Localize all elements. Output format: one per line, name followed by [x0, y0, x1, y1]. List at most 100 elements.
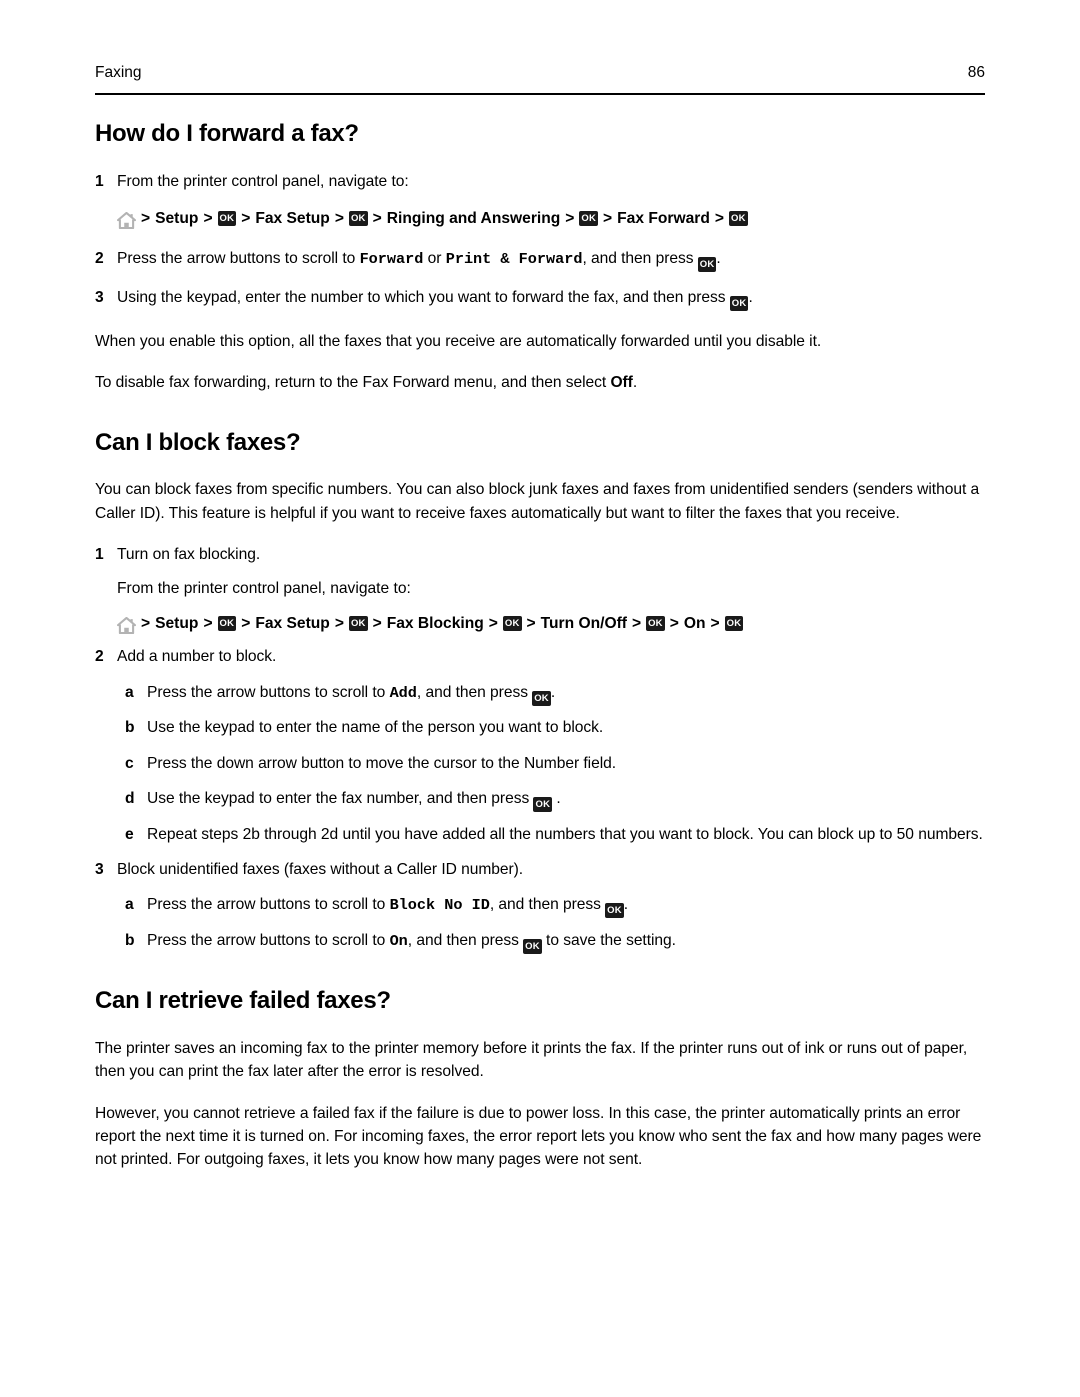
section-title-retrieve-failed-faxes: Can I retrieve failed faxes?	[95, 987, 391, 1015]
paragraph-disable-forwarding: To disable fax forwarding, return to the…	[95, 371, 990, 394]
list-marker: e	[125, 825, 134, 843]
path-separator: >	[631, 614, 642, 632]
list-item-text: Press the arrow buttons to scroll to Blo…	[147, 893, 990, 919]
page-header: Faxing 86	[95, 64, 985, 81]
list-marker: 2	[95, 249, 104, 267]
path-separator: >	[603, 210, 613, 228]
list-marker: 3	[95, 861, 104, 879]
breadcrumb-setup: Setup	[155, 210, 199, 228]
path-separator: >	[372, 614, 382, 632]
paragraph-text-pre: To disable fax forwarding, return to the…	[95, 374, 611, 392]
path-separator: >	[141, 614, 151, 632]
ok-button-icon: OK	[348, 211, 368, 227]
menu-value-forward: Forward	[359, 249, 424, 268]
list-marker: a	[125, 896, 134, 914]
path-separator: >	[488, 614, 498, 632]
step-text-pre: Use the keypad to enter the fax number, …	[147, 790, 534, 808]
list-item-text: Press the arrow buttons to scroll to For…	[117, 247, 990, 272]
ok-button-icon: OK	[728, 211, 748, 227]
path-separator: >	[334, 210, 344, 228]
breadcrumb-fax-blocking: Fax Blocking	[386, 614, 484, 632]
list-marker: 2	[95, 648, 104, 666]
menu-value-off: Off	[610, 374, 633, 392]
list-item-text: Using the keypad, enter the number to wh…	[117, 286, 990, 312]
navigation-path-fax-blocking: > Setup > OK > Fax Setup > OK > Fax Bloc…	[95, 612, 990, 635]
step-text-pre: Press the arrow buttons to scroll to	[117, 249, 360, 267]
ok-button-icon: OK	[697, 256, 717, 272]
header-chapter-label: Faxing	[95, 64, 142, 81]
menu-value-block-no-id: Block No ID	[389, 896, 490, 915]
list-item: 1 Turn on fax blocking.	[95, 543, 990, 566]
step-text-post: , and then press	[416, 683, 533, 701]
step-text-pre: Press the arrow buttons to scroll to	[147, 896, 390, 914]
list-item-text: Press the down arrow button to move the …	[147, 754, 617, 772]
page-number: 86	[967, 64, 985, 81]
step-text-end: .	[623, 896, 629, 914]
ok-button-icon: OK	[217, 616, 237, 632]
home-icon	[117, 212, 136, 230]
list-item: 2 Press the arrow buttons to scroll to F…	[95, 247, 990, 272]
list-item: 2 Add a number to block.	[95, 645, 990, 668]
breadcrumb-turn-on-off: Turn On/Off	[540, 614, 627, 632]
list-marker: b	[125, 932, 135, 950]
paragraph-printer-memory: The printer saves an incoming fax to the…	[95, 1039, 968, 1081]
list-marker: 3	[95, 289, 104, 307]
document-page: Faxing 86 How do I forward a fax? 1 From…	[0, 0, 1080, 1397]
list-marker: b	[125, 719, 135, 737]
list-item: b Use the keypad to enter the name of th…	[125, 716, 990, 739]
path-separator: >	[241, 614, 251, 632]
ok-button-icon: OK	[217, 211, 237, 227]
list-marker: c	[125, 754, 134, 772]
path-separator: >	[241, 210, 251, 228]
paragraph-power-loss: However, you cannot retrieve a failed fa…	[95, 1104, 982, 1169]
list-item-text: Add a number to block.	[117, 648, 277, 666]
sub-list-block-unidentified: a Press the arrow buttons to scroll to B…	[95, 893, 990, 955]
ok-button-icon: OK	[523, 939, 542, 955]
section-title-block-faxes: Can I block faxes?	[95, 428, 301, 456]
menu-value-on: On	[389, 932, 408, 951]
list-item: a Press the arrow buttons to scroll to B…	[125, 893, 990, 919]
list-item-text: From the printer control panel, navigate…	[117, 172, 409, 190]
list-item-text: Use the keypad to enter the fax number, …	[147, 787, 990, 813]
list-item: e Repeat steps 2b through 2d until you h…	[125, 823, 990, 846]
list-marker: d	[125, 790, 135, 808]
header-divider	[95, 93, 985, 95]
menu-value-add: Add	[389, 683, 417, 702]
page-content: How do I forward a fax? 1 From the print…	[95, 120, 990, 1172]
list-item-text: Repeat steps 2b through 2d until you hav…	[147, 825, 983, 843]
step-text-end: .	[552, 790, 561, 808]
path-separator: >	[141, 210, 151, 228]
list-item: 3 Using the keypad, enter the number to …	[95, 286, 990, 312]
step-text-end: .	[716, 249, 721, 267]
path-separator: >	[565, 210, 575, 228]
breadcrumb-fax-setup: Fax Setup	[255, 614, 330, 632]
list-item: b Press the arrow buttons to scroll to O…	[125, 929, 990, 955]
navigation-path-fax-forward: > Setup > OK > Fax Setup > OK > Ringing …	[95, 207, 990, 230]
list-marker: 1	[95, 546, 104, 564]
list-item-text: Turn on fax blocking.	[117, 546, 261, 564]
step-text-post: , and then press	[407, 932, 524, 950]
list-item-text: Press the arrow buttons to scroll to Add…	[147, 681, 990, 706]
list-item-text: Use the keypad to enter the name of the …	[147, 719, 604, 737]
ok-button-icon: OK	[533, 797, 553, 813]
step-text-pre: Press the arrow buttons to scroll to	[147, 683, 390, 701]
path-separator: >	[526, 614, 536, 632]
home-icon	[117, 617, 136, 635]
breadcrumb-fax-forward: Fax Forward	[617, 210, 710, 228]
ok-button-icon: OK	[532, 690, 551, 706]
ok-button-icon: OK	[348, 616, 368, 632]
list-item: 1 From the printer control panel, naviga…	[95, 170, 990, 193]
section-title-forward-fax: How do I forward a fax?	[95, 120, 359, 147]
breadcrumb-setup: Setup	[155, 614, 199, 632]
ok-button-icon: OK	[646, 616, 665, 632]
ok-button-icon: OK	[502, 616, 522, 632]
path-separator: >	[710, 614, 720, 632]
step-text-end: to save the setting.	[541, 932, 676, 950]
path-separator: >	[203, 614, 213, 632]
list-item: c Press the down arrow button to move th…	[125, 752, 990, 775]
step-text-pre: Using the keypad, enter the number to wh…	[117, 289, 730, 307]
paragraph-text-post: .	[632, 374, 638, 392]
sub-list-add-number: a Press the arrow buttons to scroll to A…	[95, 681, 990, 846]
step-text-end: .	[550, 683, 556, 701]
step-text-post: , and then press	[582, 249, 698, 267]
